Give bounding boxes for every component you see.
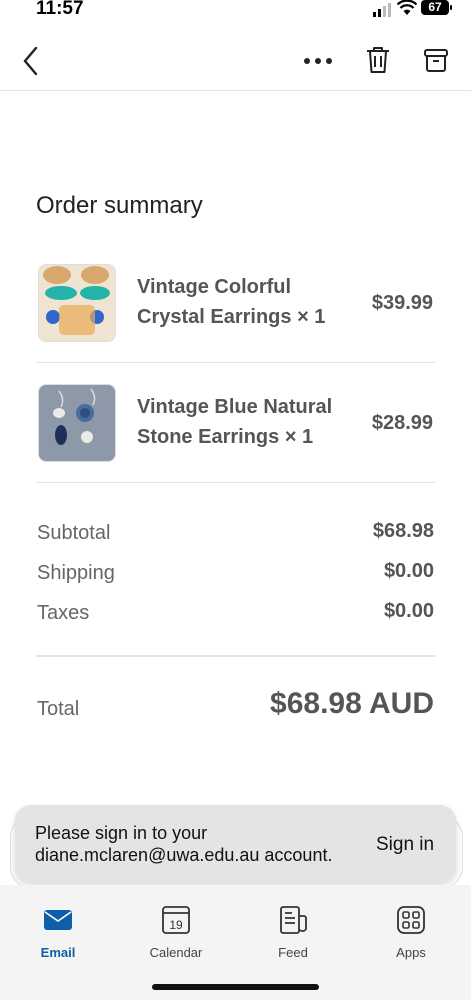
sign-in-toast: Please sign in to your diane.mclaren@uwa… [15, 805, 456, 883]
order-line-item: Vintage Blue Natural Stone Earrings × 1 … [36, 362, 435, 483]
shipping-row: Shipping $0.00 [36, 560, 435, 592]
archive-button[interactable] [418, 42, 454, 78]
taxes-row: Taxes $0.00 [36, 600, 435, 632]
item-price: $39.99 [371, 292, 433, 314]
email-icon [44, 910, 72, 930]
trash-icon [367, 47, 389, 73]
subtotal-row: Subtotal $68.98 [36, 520, 435, 552]
tab-label: Apps [396, 945, 426, 960]
tab-label: Feed [278, 945, 308, 960]
subtotal-label: Subtotal [37, 522, 111, 544]
subtotal-value: $68.98 [372, 520, 434, 542]
tab-label: Email [40, 945, 76, 960]
total-value: $68.98 AUD [270, 687, 434, 720]
tab-email[interactable]: Email [18, 905, 98, 965]
cellular-signal-icon [373, 3, 391, 17]
status-time: 11:57 [36, 0, 84, 19]
item-name: Vintage Blue Natural Stone Earrings × 1 [137, 396, 333, 448]
feed-icon [280, 906, 307, 934]
calendar-date: 19 [169, 918, 183, 932]
bottom-tab-bar: Email 19 Calendar Feed Apps [0, 885, 471, 1000]
shipping-label: Shipping [37, 562, 115, 584]
tab-feed[interactable]: Feed [253, 905, 333, 965]
summary-divider [36, 655, 435, 657]
taxes-label: Taxes [37, 602, 90, 624]
calendar-icon: 19 [162, 906, 190, 934]
wifi-icon [397, 0, 417, 15]
home-indicator [152, 984, 319, 990]
chevron-left-icon [23, 46, 38, 76]
total-label: Total [37, 698, 80, 720]
delete-button[interactable] [360, 42, 396, 78]
more-options-button[interactable] [300, 46, 336, 76]
tab-apps[interactable]: Apps [371, 905, 451, 965]
tab-label: Calendar [149, 945, 203, 960]
taxes-value: $0.00 [383, 600, 434, 622]
sign-in-button[interactable]: Sign in [376, 834, 434, 856]
battery-indicator: 67 [421, 0, 449, 15]
back-button[interactable] [14, 44, 48, 78]
product-thumbnail [38, 264, 116, 342]
order-summary-title: Order summary [36, 192, 203, 219]
product-thumbnail [38, 384, 116, 462]
shipping-value: $0.00 [383, 560, 434, 582]
battery-cap [450, 5, 452, 10]
apps-grid-icon [397, 906, 425, 934]
status-bar: 11:57 67 [0, 0, 471, 22]
toast-message: Please sign in to your diane.mclaren@uwa… [35, 823, 333, 865]
item-name: Vintage Colorful Crystal Earrings × 1 [137, 276, 326, 328]
order-line-item: Vintage Colorful Crystal Earrings × 1 $3… [36, 242, 435, 363]
more-horizontal-icon [304, 58, 332, 64]
item-price: $28.99 [371, 412, 433, 434]
tab-calendar[interactable]: 19 Calendar [136, 905, 216, 965]
archive-box-icon [424, 49, 448, 72]
message-toolbar [0, 30, 471, 91]
